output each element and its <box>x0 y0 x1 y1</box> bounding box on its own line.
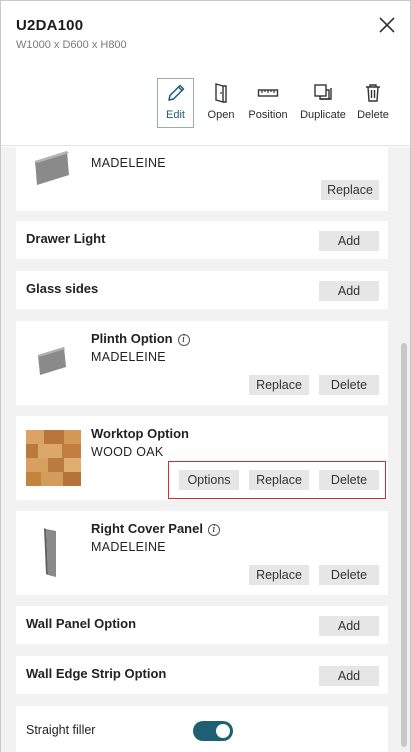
product-dimensions: W1000 x D600 x H800 <box>16 39 127 51</box>
position-button[interactable]: Position <box>245 78 291 128</box>
edit-button[interactable]: Edit <box>157 78 194 128</box>
worktop-name: Worktop Option <box>91 426 189 441</box>
configurator-panel: U2DA100 W1000 x D600 x H800 Edit Open Po… <box>0 0 411 752</box>
card-right-cover-panel: Right Cover Panel i MADELEINE Replace Del… <box>16 511 388 595</box>
delete-label: Delete <box>357 109 389 121</box>
ruler-icon <box>257 89 279 97</box>
front-thumbnail <box>35 151 69 185</box>
drawer-light-name: Drawer Light <box>26 231 106 246</box>
straight-filler-label: Straight filler <box>26 723 96 737</box>
front-replace-button[interactable]: Replace <box>321 180 379 200</box>
open-button[interactable]: Open <box>206 78 236 128</box>
right-cover-material: MADELEINE <box>91 540 166 554</box>
straight-filler-toggle[interactable] <box>193 721 233 741</box>
panel-header: U2DA100 W1000 x D600 x H800 Edit Open Po… <box>1 1 410 146</box>
toggle-knob <box>216 724 230 738</box>
plinth-material: MADELEINE <box>91 350 166 364</box>
plinth-name: Plinth Option i <box>91 331 190 346</box>
right-cover-name: Right Cover Panel i <box>91 521 220 536</box>
glass-sides-add-button[interactable]: Add <box>319 281 379 301</box>
plinth-thumbnail <box>38 347 66 375</box>
right-cover-replace-button[interactable]: Replace <box>249 565 309 585</box>
duplicate-button[interactable]: Duplicate <box>297 78 349 128</box>
wood-oak-thumbnail <box>26 430 81 486</box>
action-toolbar: Edit Open Position Duplicate Delete <box>1 78 410 128</box>
close-icon[interactable] <box>377 15 397 35</box>
plinth-name-text: Plinth Option <box>91 331 173 346</box>
info-icon[interactable]: i <box>207 524 220 536</box>
options-list[interactable]: MADELEINE Replace Drawer Light Add Glass… <box>1 147 410 752</box>
glass-sides-name: Glass sides <box>26 281 99 296</box>
edit-label: Edit <box>166 109 185 121</box>
card-glass-sides: Glass sides Add <box>16 271 388 309</box>
wall-edge-name: Wall Edge Strip Option <box>26 666 167 681</box>
cover-panel-thumbnail <box>44 528 56 577</box>
wall-panel-add-button[interactable]: Add <box>319 616 379 636</box>
product-code: U2DA100 <box>16 17 84 34</box>
plinth-delete-button[interactable]: Delete <box>319 375 379 395</box>
duplicate-label: Duplicate <box>300 109 346 121</box>
position-label: Position <box>248 109 288 121</box>
card-plinth-option: Plinth Option i MADELEINE Replace Delete <box>16 321 388 405</box>
card-wall-panel-option: Wall Panel Option Add <box>16 606 388 644</box>
duplicate-icon <box>314 84 332 100</box>
card-front-option: MADELEINE Replace <box>16 147 388 211</box>
scrollbar-thumb[interactable] <box>401 343 407 747</box>
delete-button[interactable]: Delete <box>355 78 391 128</box>
trash-icon <box>366 84 380 102</box>
info-icon[interactable]: i <box>177 334 190 346</box>
worktop-material: WOOD OAK <box>91 445 164 459</box>
worktop-actions-highlight <box>168 461 386 499</box>
right-cover-name-text: Right Cover Panel <box>91 521 203 536</box>
plinth-replace-button[interactable]: Replace <box>249 375 309 395</box>
wall-edge-add-button[interactable]: Add <box>319 666 379 686</box>
right-cover-delete-button[interactable]: Delete <box>319 565 379 585</box>
open-label: Open <box>207 109 235 121</box>
door-open-icon <box>215 83 227 103</box>
wall-panel-name: Wall Panel Option <box>26 616 137 631</box>
front-material: MADELEINE <box>91 156 166 170</box>
drawer-light-add-button[interactable]: Add <box>319 231 379 251</box>
card-wall-edge-strip-option: Wall Edge Strip Option Add <box>16 656 388 694</box>
card-drawer-light: Drawer Light Add <box>16 221 388 259</box>
pencil-icon <box>167 84 184 101</box>
